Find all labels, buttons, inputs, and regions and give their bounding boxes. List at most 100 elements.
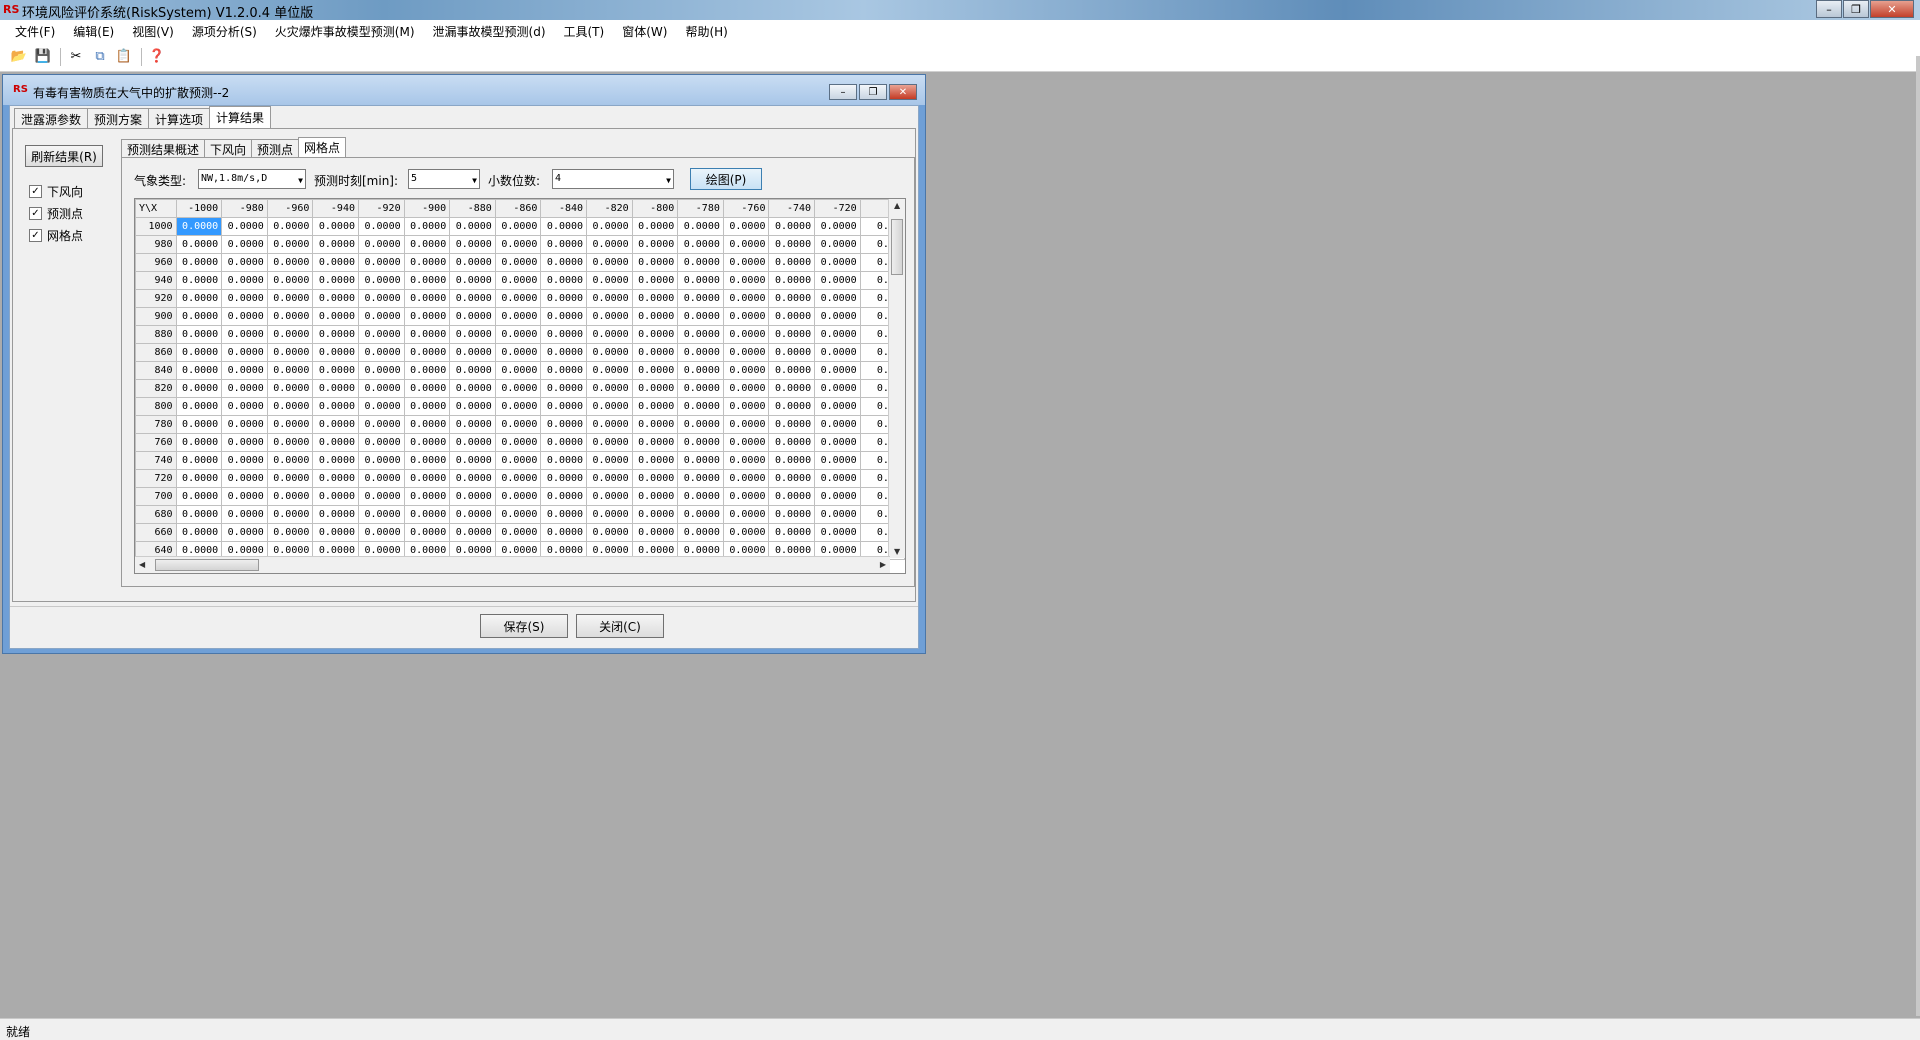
grid-cell[interactable]: 0.0000 — [449, 487, 496, 506]
grid-cell[interactable]: 0.0000 — [266, 253, 314, 272]
grid-cell[interactable]: 0.0000 — [722, 379, 770, 398]
grid-cell[interactable]: 0.0000 — [768, 217, 816, 236]
grid-cell[interactable]: 0.0000 — [768, 361, 816, 380]
grid-cell[interactable]: 0.0000 — [449, 523, 496, 542]
grid-cell[interactable]: 0.0000 — [403, 415, 451, 434]
menu-source-analysis[interactable]: 源项分析(S) — [183, 23, 266, 40]
grid-cell[interactable]: 0.0000 — [540, 505, 588, 524]
subtab-grid-point[interactable]: 网格点 — [298, 137, 347, 157]
grid-cell[interactable]: 0.0000 — [586, 505, 633, 524]
grid-cell[interactable]: 0.0000 — [266, 451, 314, 470]
grid-cell[interactable]: 0.0000 — [312, 271, 359, 290]
grid-cell[interactable]: 0.0000 — [586, 271, 633, 290]
grid-cell[interactable]: 0.0000 — [814, 217, 861, 236]
grid-cell[interactable]: 0.0000 — [175, 217, 223, 236]
grid-cell[interactable]: 0.0000 — [540, 433, 588, 452]
grid-cell[interactable]: 0.0000 — [768, 505, 816, 524]
grid-cell[interactable]: 0.0000 — [586, 361, 633, 380]
grid-cell[interactable]: 0.0000 — [312, 217, 359, 236]
save-button[interactable]: 保存(S) — [480, 614, 568, 638]
grid-cell[interactable]: 0.0000 — [494, 397, 542, 416]
grid-cell[interactable]: 0.0000 — [449, 325, 496, 344]
grid-cell[interactable]: 0.0000 — [768, 487, 816, 506]
grid-cell[interactable]: 0.0000 — [266, 397, 314, 416]
child-close-button[interactable]: ✕ — [889, 84, 917, 100]
grid-cell[interactable]: 0.0000 — [266, 271, 314, 290]
grid-cell[interactable]: 0.0000 — [312, 415, 359, 434]
grid-cell[interactable]: 0.0000 — [494, 253, 542, 272]
grid-cell[interactable]: 0.0000 — [449, 289, 496, 308]
grid-cell[interactable]: 0.0000 — [358, 235, 405, 254]
grid-cell[interactable]: 0.0000 — [449, 433, 496, 452]
vertical-scrollbar[interactable]: ▲ ▼ — [888, 199, 905, 558]
grid-cell[interactable]: 0.0000 — [312, 433, 359, 452]
grid-cell[interactable]: 0.0000 — [403, 397, 451, 416]
grid-cell[interactable]: 0.0000 — [722, 217, 770, 236]
grid-cell[interactable]: 0.0000 — [175, 379, 223, 398]
grid-cell[interactable]: 0.0000 — [175, 253, 223, 272]
grid-cell[interactable]: 0.0000 — [722, 271, 770, 290]
grid-cell[interactable]: 0.0000 — [403, 361, 451, 380]
grid-cell[interactable]: 0.0000 — [814, 361, 861, 380]
open-icon[interactable]: 📂 — [8, 46, 30, 68]
grid-point-checkbox[interactable]: ✓ 网格点 — [29, 227, 83, 244]
grid-cell[interactable]: 0.0000 — [722, 235, 770, 254]
grid-cell[interactable]: 0.0000 — [312, 505, 359, 524]
draw-button[interactable]: 绘图(P) — [690, 168, 762, 190]
grid-cell[interactable]: 0.0000 — [175, 397, 223, 416]
grid-cell[interactable]: 0.0000 — [449, 415, 496, 434]
grid-cell[interactable]: 0.0000 — [358, 379, 405, 398]
grid-cell[interactable]: 0.0000 — [358, 397, 405, 416]
grid-cell[interactable]: 0.0000 — [494, 523, 542, 542]
grid-cell[interactable]: 0.0000 — [221, 523, 268, 542]
grid-cell[interactable]: 0.0000 — [586, 415, 633, 434]
grid-cell[interactable]: 0.0000 — [403, 451, 451, 470]
grid-cell[interactable]: 0.0000 — [266, 325, 314, 344]
grid-cell[interactable]: 0.0000 — [768, 415, 816, 434]
grid-cell[interactable]: 0.0000 — [814, 379, 861, 398]
grid-cell[interactable]: 0.0000 — [403, 325, 451, 344]
grid-cell[interactable]: 0.0000 — [677, 325, 724, 344]
grid-cell[interactable]: 0.0000 — [677, 379, 724, 398]
grid-cell[interactable]: 0.0000 — [677, 433, 724, 452]
weather-select[interactable]: NW,1.8m/s,D ▼ — [198, 169, 306, 189]
grid-cell[interactable]: 0.0000 — [403, 343, 451, 362]
menu-window[interactable]: 窗体(W) — [613, 23, 676, 40]
grid-cell[interactable]: 0.0000 — [768, 253, 816, 272]
grid-cell[interactable]: 0.0000 — [358, 487, 405, 506]
close-dialog-button[interactable]: 关闭(C) — [576, 614, 664, 638]
grid-cell[interactable]: 0.0000 — [175, 415, 223, 434]
grid-cell[interactable]: 0.0000 — [768, 451, 816, 470]
grid-cell[interactable]: 0.0000 — [175, 361, 223, 380]
grid-cell[interactable]: 0.0000 — [631, 307, 679, 326]
grid-cell[interactable]: 0.0000 — [221, 469, 268, 488]
grid-cell[interactable]: 0.0000 — [631, 343, 679, 362]
grid-cell[interactable]: 0.0000 — [722, 433, 770, 452]
grid-cell[interactable]: 0.0000 — [494, 271, 542, 290]
grid-cell[interactable]: 0.0000 — [586, 217, 633, 236]
grid-cell[interactable]: 0.0000 — [358, 505, 405, 524]
grid-cell[interactable]: 0.0000 — [494, 469, 542, 488]
grid-cell[interactable]: 0.0000 — [540, 325, 588, 344]
grid-cell[interactable]: 0.0000 — [631, 397, 679, 416]
grid-cell[interactable]: 0.0000 — [266, 343, 314, 362]
grid-cell[interactable]: 0.0000 — [494, 487, 542, 506]
grid-cell[interactable]: 0.0000 — [266, 379, 314, 398]
grid-cell[interactable]: 0.0000 — [312, 289, 359, 308]
grid-cell[interactable]: 0.0000 — [677, 451, 724, 470]
help-icon[interactable]: ❓ — [146, 46, 168, 68]
grid-cell[interactable]: 0.0000 — [677, 289, 724, 308]
grid-cell[interactable]: 0.0000 — [312, 487, 359, 506]
grid-cell[interactable]: 0.0000 — [358, 289, 405, 308]
grid-cell[interactable]: 0.0000 — [677, 487, 724, 506]
grid-cell[interactable]: 0.0000 — [814, 415, 861, 434]
grid-cell[interactable]: 0.0000 — [449, 343, 496, 362]
grid-cell[interactable]: 0.0000 — [403, 433, 451, 452]
grid-cell[interactable]: 0.0000 — [722, 487, 770, 506]
grid-cell[interactable]: 0.0000 — [266, 361, 314, 380]
grid-cell[interactable]: 0.0000 — [403, 505, 451, 524]
grid-cell[interactable]: 0.0000 — [221, 433, 268, 452]
grid-cell[interactable]: 0.0000 — [449, 271, 496, 290]
grid-cell[interactable]: 0.0000 — [540, 253, 588, 272]
grid-cell[interactable]: 0.0000 — [722, 397, 770, 416]
